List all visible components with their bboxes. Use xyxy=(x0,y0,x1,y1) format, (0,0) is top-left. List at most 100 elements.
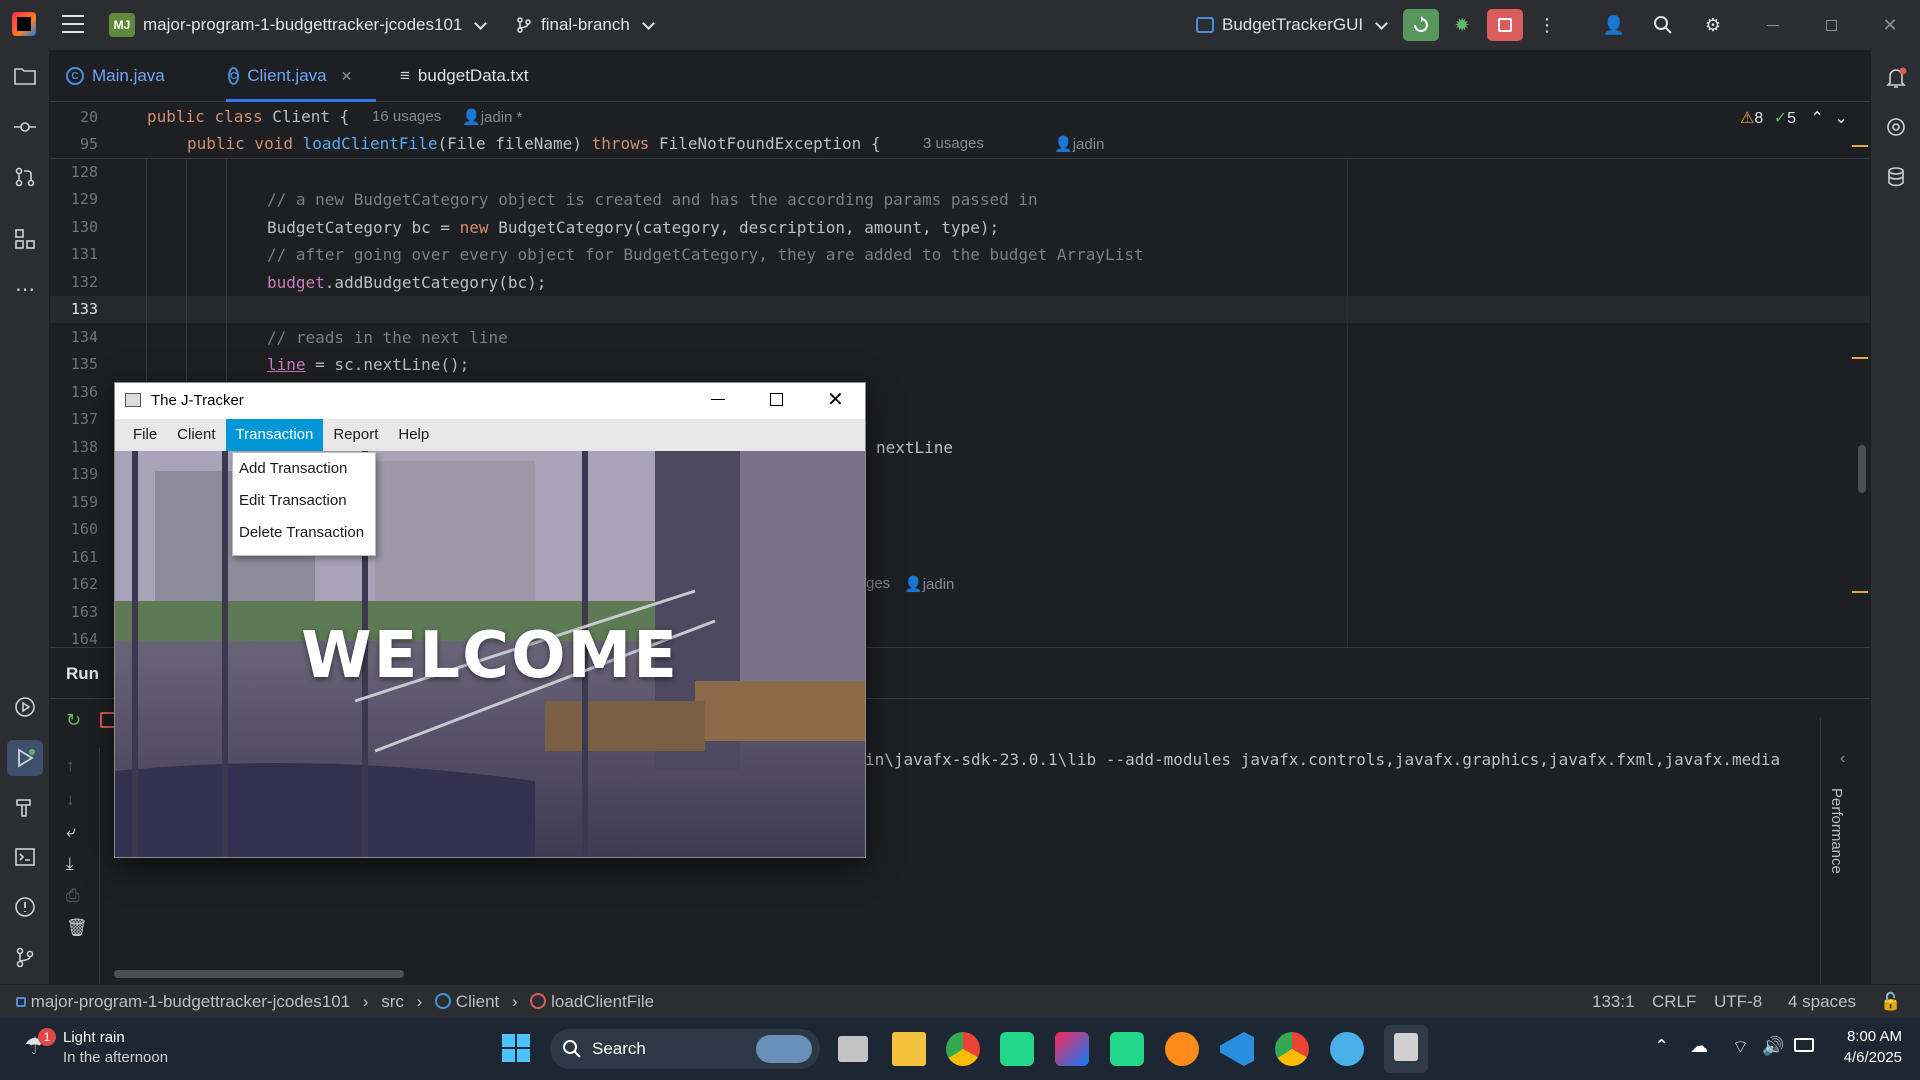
menu-item-add-transaction[interactable]: Add Transaction xyxy=(233,453,375,485)
author-hint[interactable]: 👤jadin xyxy=(1054,135,1104,153)
minimize-window-button[interactable] xyxy=(1755,9,1791,41)
onedrive-icon[interactable]: ☁ xyxy=(1690,1036,1708,1057)
menu-item-delete-transaction[interactable]: Delete Transaction xyxy=(233,517,375,549)
code-line-130[interactable]: BudgetCategory bc = new BudgetCategory(c… xyxy=(267,218,999,237)
intellij-logo-icon[interactable] xyxy=(12,12,36,36)
java-app-taskbar-button[interactable] xyxy=(1384,1025,1428,1073)
taskbar-search-box[interactable]: Search xyxy=(550,1029,820,1069)
more-tool-windows-icon[interactable]: ⋯ xyxy=(13,278,37,302)
weather-subtitle[interactable]: In the afternoon xyxy=(63,1049,168,1066)
chevron-left-icon[interactable]: ‹ xyxy=(1840,750,1845,768)
breadcrumb-class[interactable]: Client xyxy=(456,992,499,1011)
author-hint[interactable]: 👤jadin * xyxy=(462,108,522,126)
weather-title[interactable]: Light rain xyxy=(63,1029,125,1046)
chrome-icon[interactable] xyxy=(946,1032,980,1066)
menu-file[interactable]: File xyxy=(123,419,167,451)
code-line-135[interactable]: line = sc.nextLine(); xyxy=(267,355,469,374)
chevron-up-icon[interactable]: ⌃ xyxy=(1810,110,1823,127)
menu-item-edit-transaction[interactable]: Edit Transaction xyxy=(233,485,375,517)
project-folder-icon[interactable] xyxy=(13,66,37,90)
pycharm-icon[interactable] xyxy=(1000,1032,1034,1066)
clock-time[interactable]: 8:00 AM xyxy=(1838,1028,1902,1045)
file-explorer-icon[interactable] xyxy=(892,1032,926,1066)
file-encoding[interactable]: UTF-8 xyxy=(1714,992,1762,1012)
main-menu-icon[interactable] xyxy=(62,15,84,33)
rerun-button[interactable] xyxy=(1403,9,1439,41)
inspection-widget[interactable]: ⚠8 ✓5 ⌃ ⌄ xyxy=(1740,108,1848,128)
notifications-bell-icon[interactable] xyxy=(1884,66,1908,90)
code-fragment[interactable]: nextLine xyxy=(876,438,953,457)
paint-icon[interactable] xyxy=(1330,1032,1364,1066)
performance-tab[interactable]: Performance xyxy=(1828,788,1845,874)
breadcrumb-project[interactable]: major-program-1-budgettracker-jcodes101 xyxy=(31,992,350,1011)
battery-icon[interactable] xyxy=(1794,1038,1814,1052)
chrome-profile-icon[interactable] xyxy=(1275,1032,1309,1066)
wifi-icon[interactable]: ⌔ xyxy=(1732,1036,1749,1059)
database-icon[interactable] xyxy=(1884,166,1908,190)
structure-icon[interactable] xyxy=(13,228,37,252)
minimize-icon[interactable] xyxy=(711,399,725,400)
app-icon[interactable] xyxy=(1165,1032,1199,1066)
tab-budgetdata-txt[interactable]: ≡ budgetData.txt xyxy=(384,50,545,102)
rerun-icon[interactable]: ↻ xyxy=(66,710,81,731)
code-comment[interactable]: // a new BudgetCategory object is create… xyxy=(267,190,1038,209)
clock-date[interactable]: 4/6/2025 xyxy=(1830,1049,1902,1066)
warning-marker[interactable] xyxy=(1852,357,1868,359)
breadcrumb-method[interactable]: loadClientFile xyxy=(551,992,654,1011)
run-tool-window-icon[interactable] xyxy=(7,740,43,776)
git-icon[interactable] xyxy=(13,946,37,970)
maximize-window-button[interactable] xyxy=(1813,9,1849,41)
chevron-down-icon[interactable]: ⌄ xyxy=(1834,110,1847,127)
debug-button[interactable]: ✹ xyxy=(1444,9,1480,41)
terminal-icon[interactable] xyxy=(13,846,37,870)
close-window-button[interactable]: ✕ xyxy=(1872,9,1908,41)
tab-client-java[interactable]: C Client.java ✕ xyxy=(212,50,376,102)
menu-client[interactable]: Client xyxy=(167,419,225,451)
caret-position[interactable]: 133:1 xyxy=(1592,992,1635,1012)
volume-icon[interactable]: 🔊 xyxy=(1762,1036,1784,1057)
maximize-icon[interactable] xyxy=(770,393,783,406)
breadcrumb-src[interactable]: src xyxy=(381,992,404,1011)
arrow-up-icon[interactable]: ↑ xyxy=(66,756,75,776)
pull-requests-icon[interactable] xyxy=(13,166,37,190)
search-everywhere-button[interactable] xyxy=(1645,9,1681,41)
author-hint[interactable]: 👤jadin xyxy=(904,575,954,593)
run-configuration-selector[interactable]: BudgetTrackerGUI xyxy=(1196,15,1386,35)
code-line-132[interactable]: budget.addBudgetCategory(bc); xyxy=(267,273,546,292)
project-badge[interactable]: MJ xyxy=(109,13,135,37)
console-horizontal-scrollbar[interactable] xyxy=(114,970,404,978)
code-comment[interactable]: // reads in the next line xyxy=(267,328,508,347)
scroll-to-end-icon[interactable]: ⤓ xyxy=(66,854,74,874)
print-icon[interactable]: ⎙ xyxy=(66,886,80,906)
close-tab-icon[interactable]: ✕ xyxy=(341,68,353,85)
more-actions-button[interactable]: ⋮ xyxy=(1529,9,1565,41)
build-hammer-icon[interactable] xyxy=(13,796,37,820)
usages-hint-fragment[interactable]: ges xyxy=(866,575,890,592)
task-view-icon[interactable] xyxy=(838,1036,868,1062)
menu-report[interactable]: Report xyxy=(323,419,388,451)
sticky-class-line[interactable]: public class Client { xyxy=(147,107,349,126)
vscode-icon[interactable] xyxy=(1220,1032,1254,1066)
usages-hint[interactable]: 3 usages xyxy=(923,135,984,152)
intellij-taskbar-icon[interactable] xyxy=(1055,1032,1089,1066)
ai-assistant-icon[interactable] xyxy=(1884,116,1908,140)
indent-settings[interactable]: 4 spaces xyxy=(1788,992,1856,1012)
trash-icon[interactable]: 🗑 xyxy=(66,918,88,938)
editor-scrollbar-thumb[interactable] xyxy=(1858,445,1866,493)
close-icon[interactable]: ✕ xyxy=(827,387,844,412)
soft-wrap-icon[interactable]: ⤶ xyxy=(66,822,76,842)
code-with-me-button[interactable]: 👤 xyxy=(1596,9,1632,41)
commit-icon[interactable] xyxy=(13,116,37,140)
stop-button[interactable] xyxy=(1487,9,1523,41)
branch-switcher[interactable]: final-branch xyxy=(515,15,653,35)
project-switcher[interactable]: major-program-1-budgettracker-jcodes101 xyxy=(143,15,485,35)
warning-marker[interactable] xyxy=(1852,145,1868,147)
code-comment[interactable]: // after going over every object for Bud… xyxy=(267,245,1144,264)
tab-main-java[interactable]: C Main.java xyxy=(50,50,194,102)
menu-help[interactable]: Help xyxy=(388,419,439,451)
console-output[interactable]: in\javafx-sdk-23.0.1\lib --add-modules j… xyxy=(865,750,1780,769)
chevron-up-icon[interactable]: ⌃ xyxy=(1654,1036,1669,1057)
settings-button[interactable]: ⚙ xyxy=(1695,9,1731,41)
warning-marker[interactable] xyxy=(1852,591,1868,593)
j-tracker-titlebar[interactable]: The J-Tracker ✕ xyxy=(115,383,865,419)
